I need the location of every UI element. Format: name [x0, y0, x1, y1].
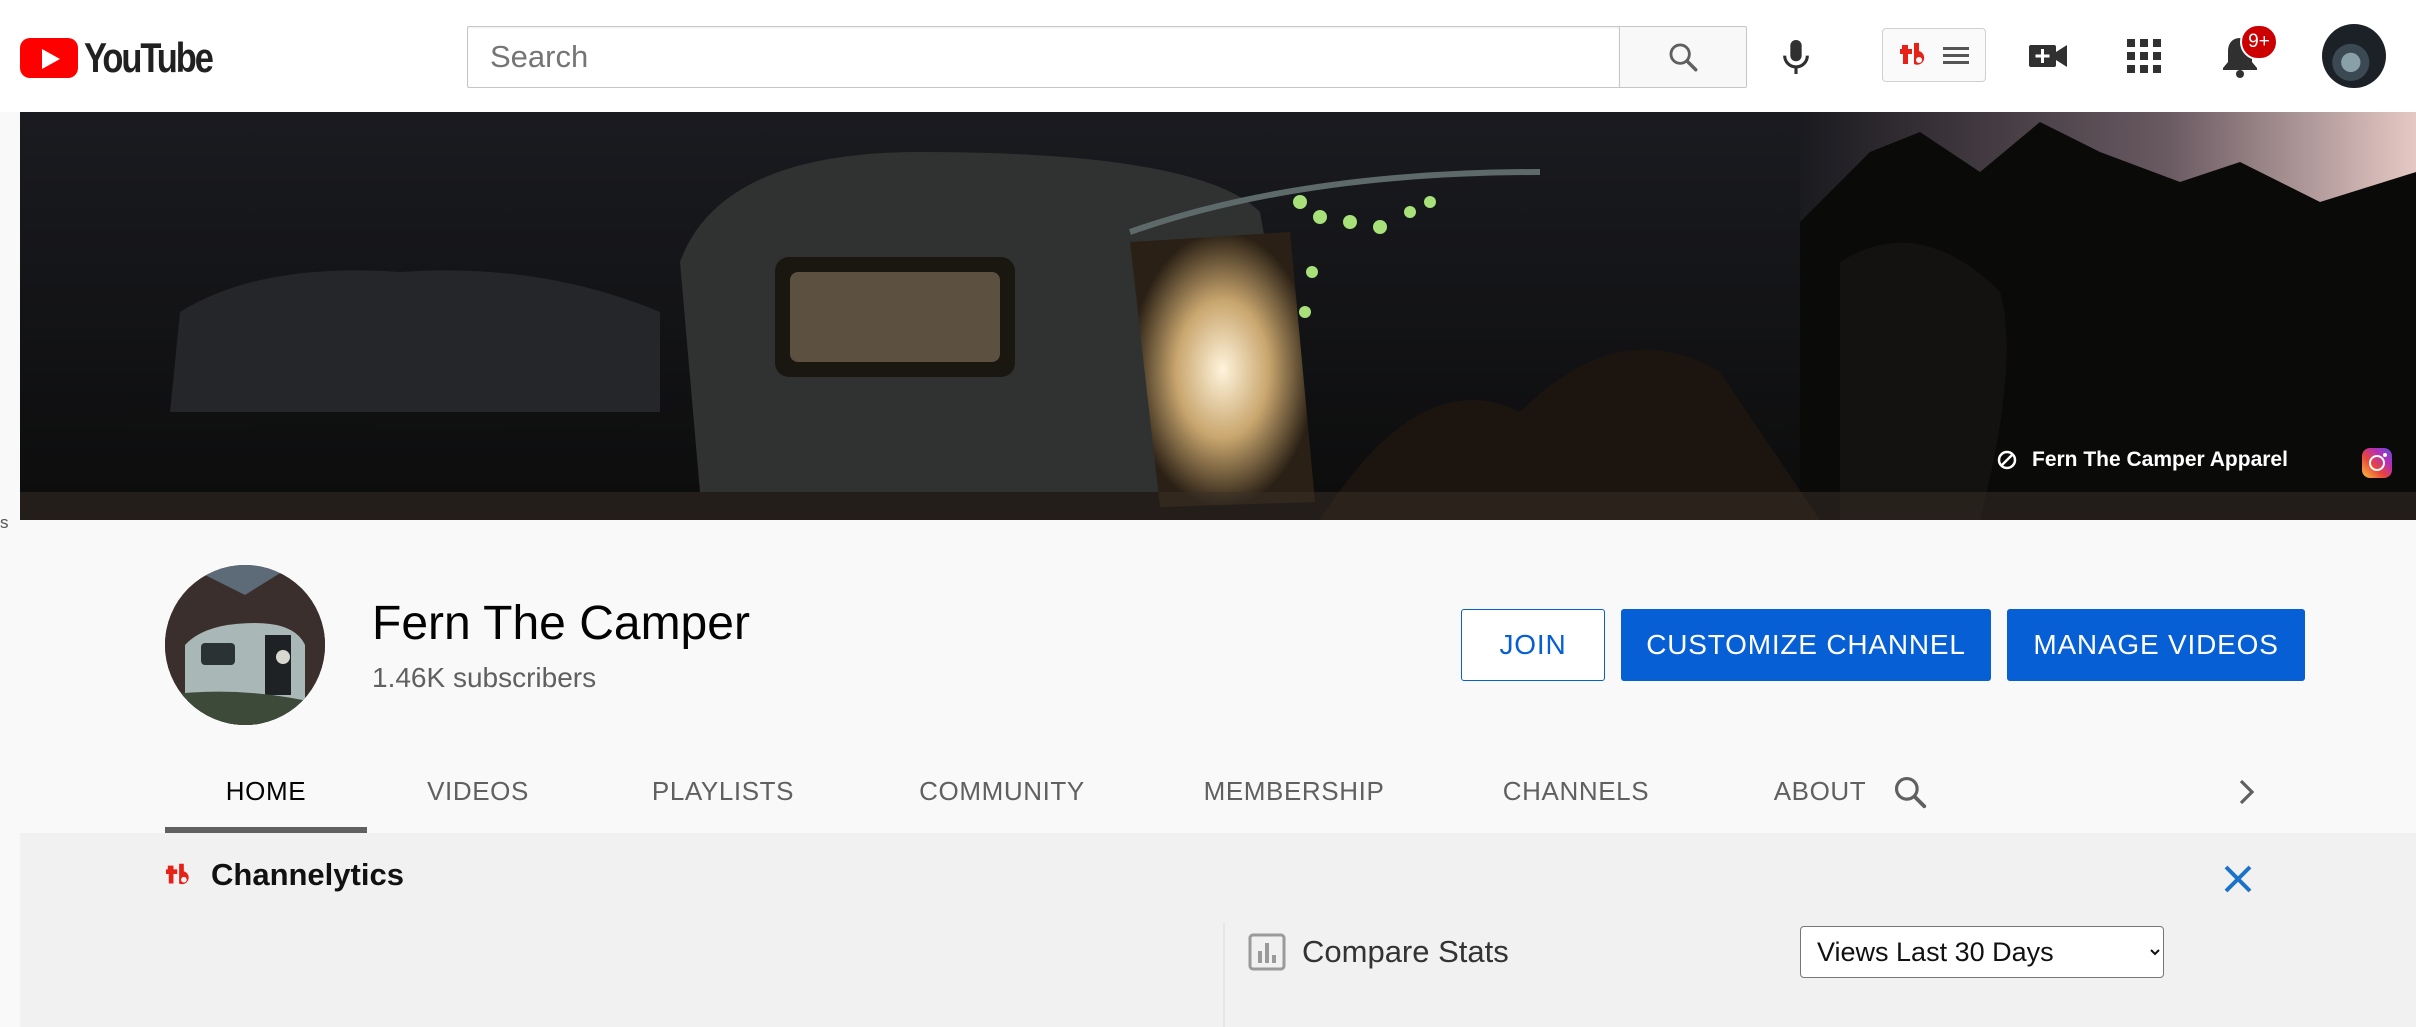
video-camera-plus-icon [2029, 45, 2067, 67]
tab-community[interactable]: COMMUNITY [857, 750, 1147, 833]
edge-text: s [0, 513, 9, 532]
channel-tabs: HOME VIDEOS PLAYLISTS COMMUNITY MEMBERSH… [165, 750, 1929, 833]
hamburger-icon [1943, 47, 1969, 64]
tab-playlists[interactable]: PLAYLISTS [589, 750, 857, 833]
account-avatar[interactable] [2322, 24, 2386, 88]
notification-count-badge: 9+ [2240, 24, 2278, 60]
search-icon [1669, 43, 1698, 72]
voice-search-button[interactable] [1770, 26, 1822, 88]
channel-search-button[interactable] [1880, 750, 1940, 833]
customize-channel-button[interactable]: CUSTOMIZE CHANNEL [1621, 609, 1991, 681]
banner-link-apparel[interactable]: Fern The Camper Apparel [1996, 448, 2288, 472]
channel-avatar[interactable] [165, 565, 325, 725]
channelytics-header: Channelytics [165, 857, 404, 893]
tab-membership[interactable]: MEMBERSHIP [1147, 750, 1441, 833]
apps-grid-icon [2127, 39, 2161, 73]
close-panel-button[interactable] [2216, 857, 2260, 901]
join-button[interactable]: JOIN [1461, 609, 1605, 681]
chevron-right-icon [2239, 779, 2255, 804]
search-input[interactable] [467, 26, 1619, 88]
subscriber-count: 1.46K subscribers [372, 662, 597, 693]
tabs-next-button[interactable] [2222, 750, 2272, 833]
tab-videos[interactable]: VIDEOS [367, 750, 589, 833]
microphone-icon [1783, 40, 1809, 74]
banner-link-label: Fern The Camper Apparel [2032, 448, 2288, 471]
channel-banner: Fern The Camper Apparel [20, 112, 2416, 520]
youtube-play-icon [20, 38, 78, 78]
youtube-logo-text: YouTube [84, 34, 214, 81]
panel-divider [1223, 923, 1225, 1027]
stats-period-select[interactable]: Views Last 30 Days [1800, 926, 2164, 978]
close-icon [2224, 865, 2252, 893]
tubebuddy-menu-button[interactable] [1882, 28, 1986, 82]
create-video-button[interactable] [2020, 30, 2076, 82]
compare-stats-label: Compare Stats [1302, 934, 1509, 969]
tubebuddy-icon [1900, 43, 1925, 65]
apps-button[interactable] [2118, 30, 2170, 82]
search-button[interactable] [1619, 26, 1747, 88]
tab-home[interactable]: HOME [165, 750, 367, 833]
manage-videos-button[interactable]: MANAGE VIDEOS [2007, 609, 2305, 681]
bar-chart-icon [1248, 933, 1286, 971]
tubebuddy-icon [165, 863, 189, 885]
youtube-logo[interactable]: YouTube [20, 34, 240, 82]
channelytics-panel: Channelytics Compare Stats Views Last 30… [20, 833, 2416, 1027]
channel-avatar-image [165, 565, 325, 725]
tab-channels[interactable]: CHANNELS [1441, 750, 1711, 833]
channel-name: Fern The Camper [372, 597, 750, 650]
compare-stats-header: Compare Stats [1248, 933, 1509, 971]
search-bar [467, 26, 1747, 88]
masthead: YouTube 9+ [0, 0, 2416, 112]
channel-header: Fern The Camper 1.46K subscribers JOIN C… [20, 520, 2416, 833]
link-icon [1997, 450, 2017, 470]
channelytics-title: Channelytics [211, 857, 404, 892]
search-icon [1894, 776, 1927, 808]
instagram-icon[interactable] [2362, 448, 2392, 478]
